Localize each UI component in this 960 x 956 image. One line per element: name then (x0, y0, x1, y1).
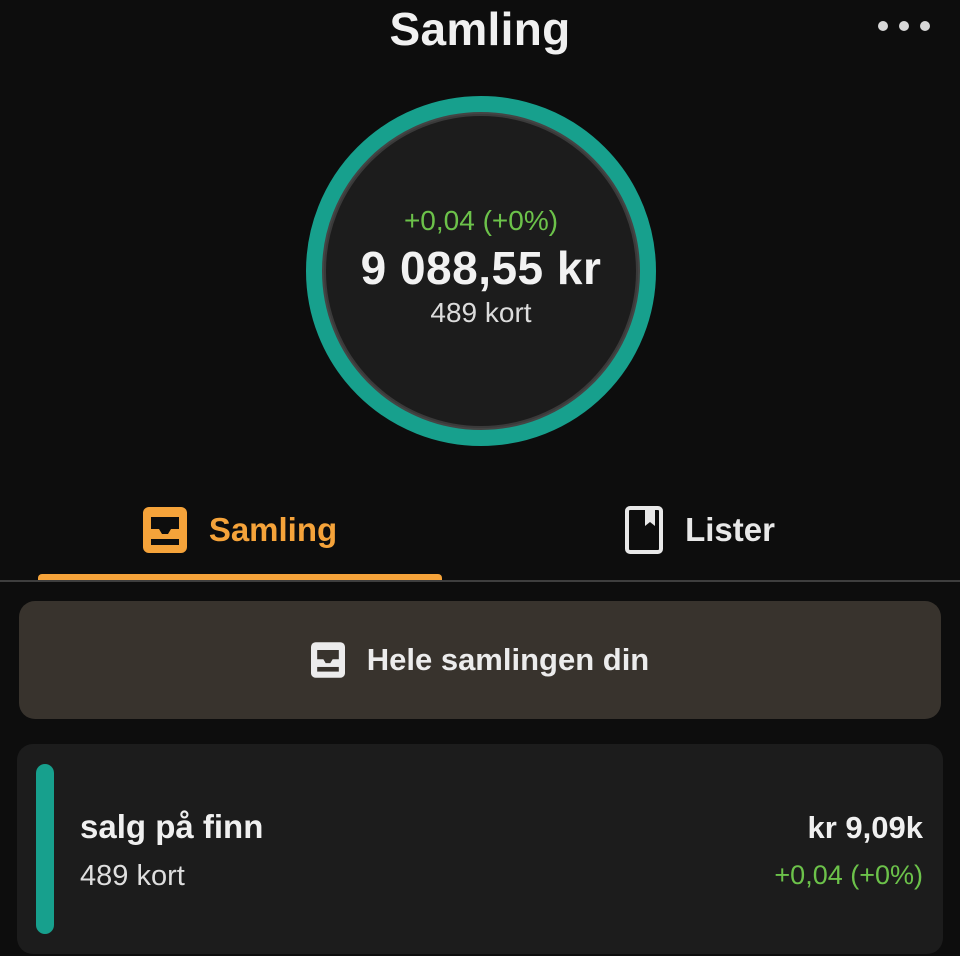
page-title: Samling (389, 3, 571, 55)
whole-collection-label: Hele samlingen din (366, 642, 650, 677)
tab-bar: Samling Lister (0, 480, 960, 582)
total-card-count: 489 kort (430, 297, 532, 328)
collection-value-ring: +0,04 (+0%) 9 088,55 kr 489 kort (303, 93, 659, 449)
app-root: Samling +0,04 (+0%) 9 088,55 kr 489 kort (0, 0, 960, 956)
total-value: 9 088,55 kr (360, 242, 602, 294)
whole-collection-button[interactable]: Hele samlingen din (19, 601, 941, 719)
inbox-tray-icon (310, 642, 345, 678)
collection-card[interactable]: salg på finn 489 kort kr 9,09k +0,04 (+0… (17, 744, 943, 954)
more-dot (899, 21, 909, 31)
collection-change: +0,04 (+0%) (774, 860, 923, 890)
tabs-divider (0, 580, 960, 582)
bookmark-book-icon (625, 506, 664, 554)
header: Samling (0, 0, 960, 60)
collection-card-count: 489 kort (80, 860, 185, 892)
inbox-tray-icon (142, 507, 187, 553)
more-dot (878, 21, 888, 31)
collection-value: kr 9,09k (807, 810, 924, 845)
collection-name: salg på finn (80, 808, 264, 845)
more-options-button[interactable] (878, 14, 930, 38)
tab-lister[interactable]: Lister (480, 480, 920, 580)
tab-lister-label: Lister (685, 511, 775, 548)
tab-samling[interactable]: Samling (40, 480, 440, 580)
tab-samling-label: Samling (208, 511, 338, 548)
ring-content: +0,04 (+0%) 9 088,55 kr 489 kort (303, 93, 659, 449)
total-change: +0,04 (+0%) (403, 205, 559, 236)
collection-color-bar (36, 764, 54, 934)
more-dot (920, 21, 930, 31)
